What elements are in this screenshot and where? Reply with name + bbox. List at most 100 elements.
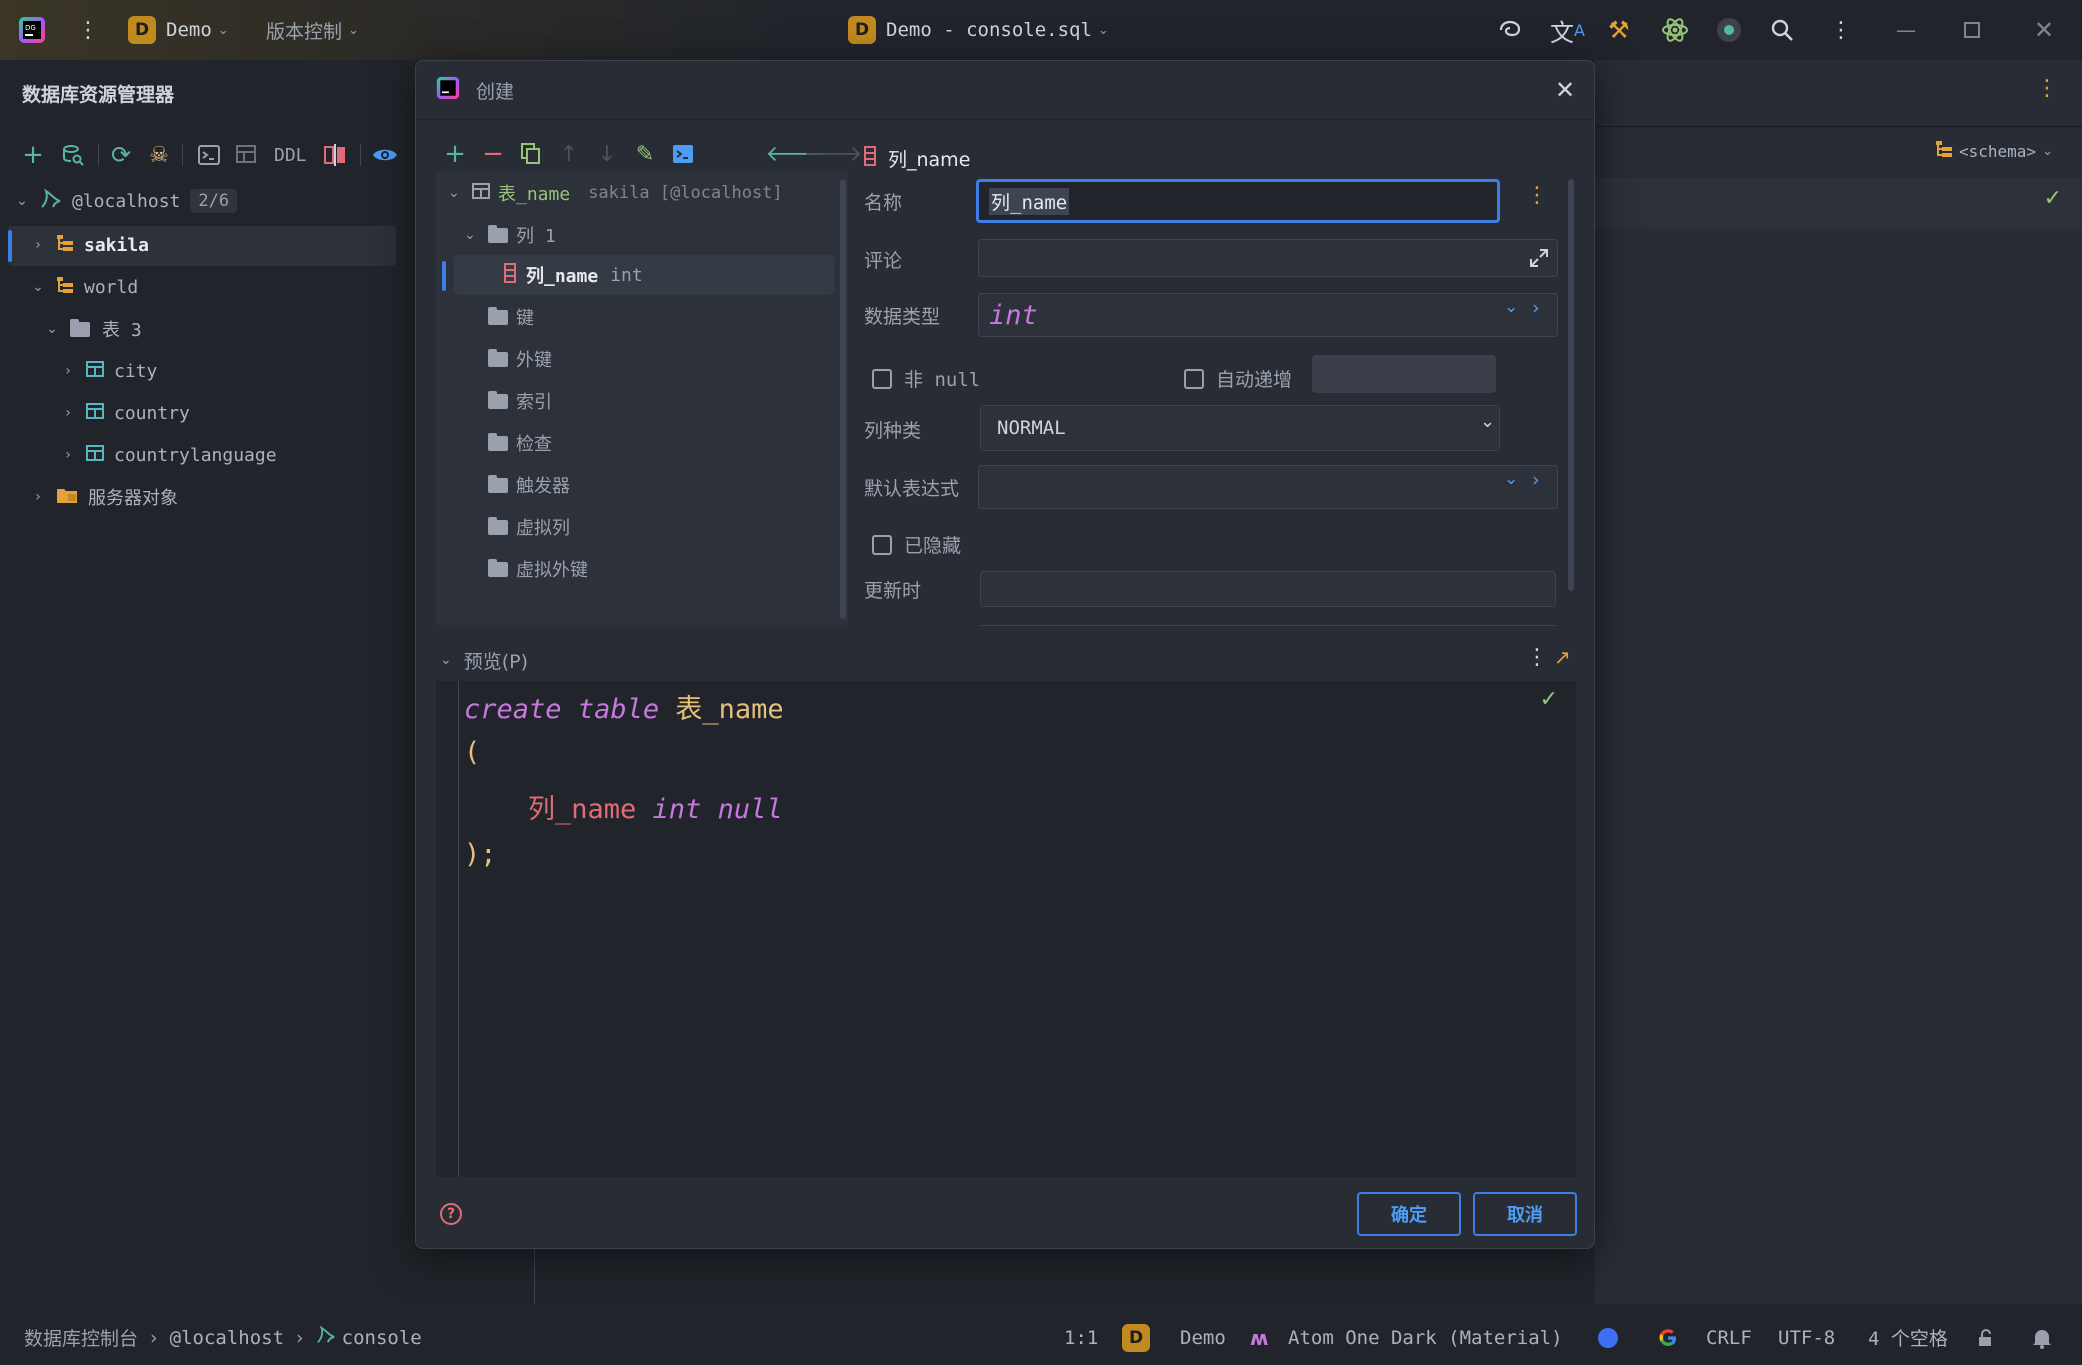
hidden-checkbox[interactable]: 已隐藏	[872, 531, 961, 558]
record-icon[interactable]	[1716, 0, 1742, 60]
tree-table-country[interactable]: › country	[60, 394, 190, 432]
breadcrumb-item[interactable]: @localhost	[170, 1327, 284, 1349]
chevron-down-icon[interactable]: ⌄	[446, 185, 462, 201]
chevron-right-icon[interactable]: ›	[30, 489, 46, 505]
indent-setting[interactable]: 4 个空格	[1868, 1310, 1948, 1365]
close-icon[interactable]: ✕	[2034, 0, 2054, 60]
edit-pencil-icon[interactable]: ✎	[630, 139, 660, 169]
project-name[interactable]: Demo	[1180, 1310, 1226, 1365]
checkbox-box[interactable]	[872, 368, 892, 389]
help-icon[interactable]: ?	[440, 1203, 462, 1225]
tree-folder-triggers[interactable]: 触发器	[488, 465, 886, 505]
tree-scrollbar[interactable]	[840, 179, 846, 619]
add-icon[interactable]: +	[20, 140, 46, 170]
project-selector[interactable]: D Demo ⌄	[128, 0, 229, 60]
datatype-field[interactable]: int	[978, 293, 1558, 337]
form-scrollbar[interactable]	[1568, 179, 1574, 591]
chevron-right-icon[interactable]: ›	[30, 237, 46, 253]
maximize-icon[interactable]	[1964, 0, 1980, 60]
more-vert-icon[interactable]: ⋮	[2036, 76, 2058, 101]
chevron-down-icon[interactable]: ⌄	[1504, 297, 1518, 317]
status-dot-icon[interactable]	[1598, 1310, 1618, 1365]
sql-preview[interactable]: ✓ create table 表_name ( 列_name int null …	[436, 681, 1576, 1177]
remove-icon[interactable]: −	[478, 139, 508, 169]
build-tools-icon[interactable]: ⚒	[1608, 0, 1630, 60]
chevron-right-icon[interactable]: ›	[60, 405, 76, 421]
checkbox-box[interactable]	[872, 534, 892, 555]
tree-folder-indexes[interactable]: 索引	[488, 381, 886, 421]
tree-columns-folder[interactable]: ⌄ 列 1	[462, 215, 860, 255]
lock-icon[interactable]	[1976, 1310, 1996, 1365]
open-external-icon[interactable]: ↗	[1554, 645, 1571, 669]
console-icon[interactable]	[668, 139, 698, 169]
checkbox-box[interactable]	[1184, 368, 1204, 389]
name-field[interactable]: 列_name	[976, 179, 1500, 223]
tree-folder-keys[interactable]: 键	[488, 297, 886, 337]
auto-increment-checkbox[interactable]: 自动递增	[1184, 365, 1292, 392]
chevron-down-icon[interactable]: ⌄	[1504, 469, 1518, 489]
diff-icon[interactable]	[322, 140, 348, 170]
skull-icon[interactable]: ☠	[146, 140, 172, 170]
tree-folder-virtual-columns[interactable]: 虚拟列	[488, 507, 886, 547]
notifications-bell-icon[interactable]	[2032, 1310, 2052, 1365]
move-down-icon[interactable]: ↓	[592, 139, 622, 169]
tree-schema-sakila[interactable]: › sakila	[30, 226, 149, 264]
chevron-right-icon[interactable]: ›	[1532, 469, 1540, 491]
minimize-icon[interactable]: —	[1896, 0, 1916, 60]
line-ending[interactable]: CRLF	[1706, 1310, 1752, 1365]
search-icon[interactable]	[1770, 0, 1794, 60]
ok-button[interactable]: 确定	[1357, 1192, 1461, 1236]
tree-folder-foreign-keys[interactable]: 外键	[488, 339, 886, 379]
chevron-right-icon[interactable]: ›	[60, 447, 76, 463]
tree-server-objects[interactable]: › 服务器对象	[30, 478, 178, 516]
more-vert-icon[interactable]: ⋮	[1830, 0, 1852, 60]
chevron-down-icon[interactable]: ⌄	[44, 321, 60, 337]
chevron-right-icon[interactable]: ›	[60, 363, 76, 379]
cursor-position[interactable]: 1:1	[1064, 1310, 1098, 1365]
file-encoding[interactable]: UTF-8	[1778, 1310, 1835, 1365]
preview-toggle[interactable]: ⌄ 预览(P)	[440, 645, 528, 675]
console-icon[interactable]	[196, 140, 222, 170]
default-field[interactable]	[978, 465, 1558, 509]
tree-schema-world[interactable]: ⌄ world	[30, 268, 138, 306]
tree-folder-checks[interactable]: 检查	[488, 423, 886, 463]
chevron-down-icon[interactable]: ⌄	[1480, 411, 1495, 432]
comment-field[interactable]	[978, 239, 1558, 277]
ai-swirl-icon[interactable]	[1497, 0, 1523, 60]
breadcrumb-item[interactable]: 数据库控制台	[24, 1324, 138, 1351]
chevron-down-icon[interactable]: ⌄	[462, 227, 478, 243]
app-logo-icon[interactable]: DG	[18, 0, 46, 60]
more-vert-icon[interactable]: ⋮	[1526, 183, 1548, 208]
tree-table-city[interactable]: › city	[60, 352, 157, 390]
on-update-field[interactable]	[980, 571, 1556, 607]
forward-arrow-icon[interactable]: 🡒	[804, 139, 863, 169]
breadcrumb-item[interactable]: console	[342, 1327, 422, 1349]
tree-tables-folder[interactable]: ⌄ 表 3	[44, 310, 142, 348]
theme-name[interactable]: Atom One Dark (Material)	[1288, 1310, 1563, 1365]
atom-icon[interactable]	[1660, 0, 1690, 60]
add-icon[interactable]: +	[440, 139, 470, 169]
main-menu-icon[interactable]: ⋮	[77, 0, 99, 60]
translate-icon[interactable]: 文A	[1550, 0, 1585, 60]
chevron-down-icon[interactable]: ⌄	[440, 652, 452, 668]
schema-selector[interactable]: <schema> ⌄	[1935, 140, 2053, 162]
tree-table-countrylanguage[interactable]: › countrylanguage	[60, 436, 277, 474]
close-icon[interactable]: ✕	[1550, 75, 1580, 105]
vcs-menu[interactable]: 版本控制 ⌄	[266, 0, 359, 60]
refresh-icon[interactable]: ⟳	[108, 140, 134, 170]
more-vert-icon[interactable]: ⋮	[1526, 645, 1548, 670]
kind-select[interactable]: NORMAL	[980, 405, 1500, 451]
expand-icon[interactable]	[1526, 245, 1552, 271]
view-options-icon[interactable]	[372, 140, 398, 170]
data-source-props-icon[interactable]	[60, 140, 86, 170]
chevron-down-icon[interactable]: ⌄	[14, 193, 30, 209]
project-badge[interactable]: D	[1122, 1310, 1150, 1365]
tree-table-node[interactable]: ⌄ 表_name sakila [@localhost]	[446, 173, 844, 213]
google-icon[interactable]	[1658, 1310, 1678, 1365]
not-null-checkbox[interactable]: 非 null	[872, 365, 980, 392]
copy-icon[interactable]	[516, 139, 546, 169]
file-title-selector[interactable]: D Demo - console.sql ⌄	[848, 0, 1109, 60]
cancel-button[interactable]: 取消	[1473, 1192, 1577, 1236]
chevron-down-icon[interactable]: ⌄	[30, 279, 46, 295]
chevron-right-icon[interactable]: ›	[1532, 297, 1540, 319]
